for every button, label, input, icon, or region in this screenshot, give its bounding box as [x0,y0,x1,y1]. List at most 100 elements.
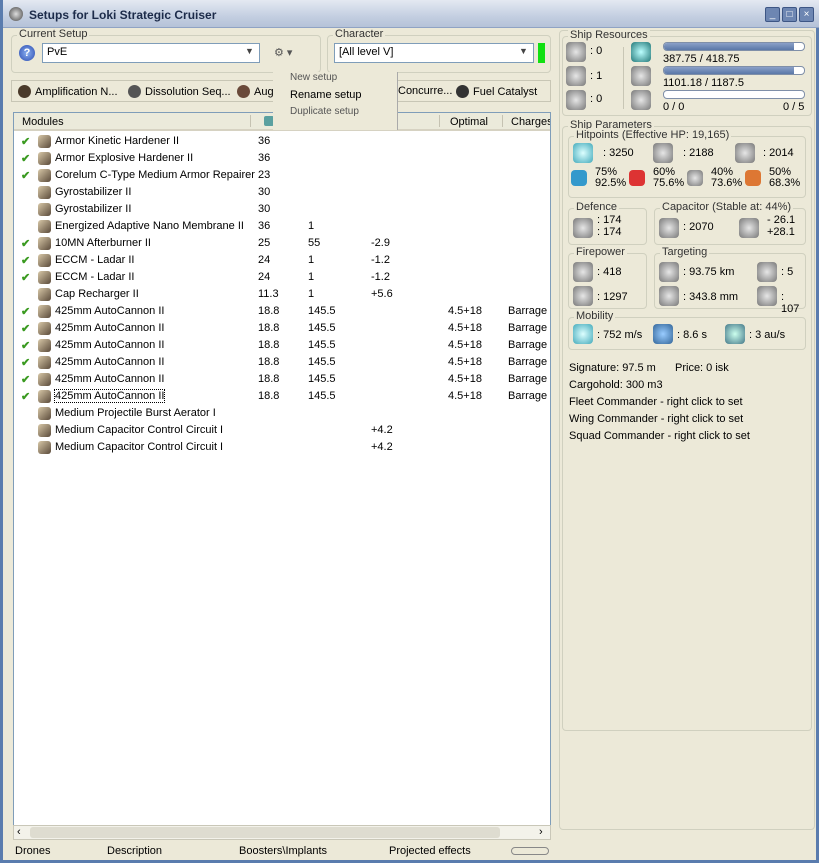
firepower-label: Firepower [574,246,627,258]
volley-value: : 1297 [597,291,628,303]
scroll-thumb[interactable] [30,827,500,838]
setup-select[interactable]: PvE ▼ [42,43,260,63]
character-select[interactable]: [All level V] ▼ [334,43,534,63]
subsystem-button[interactable]: Concurre... [398,85,452,97]
check-icon[interactable]: ✔ [21,390,30,403]
tab-description[interactable]: Description [107,845,162,857]
table-row[interactable]: ✔ ECCM - Ladar II 24 1 -1.2 [14,252,550,269]
module-icon [38,424,51,437]
check-icon[interactable]: ✔ [21,339,30,352]
dps-icon [573,262,593,282]
col-modules[interactable]: Modules [22,116,64,128]
wing-commander[interactable]: Wing Commander - right click to set [569,413,743,425]
subsystem-button[interactable]: Dissolution Seq... [128,85,231,98]
window-title: Setups for Loki Strategic Cruiser [29,8,217,22]
check-icon[interactable]: ✔ [21,373,30,386]
check-icon[interactable]: ✔ [21,135,30,148]
table-row[interactable]: Gyrostabilizer II 30 [14,201,550,218]
fleet-commander[interactable]: Fleet Commander - right click to set [569,396,743,408]
scroll-right-icon[interactable]: › [539,826,543,838]
armor-icon [653,143,673,163]
subsystem-button[interactable]: Amplification N... [18,85,118,98]
module-power: 145.5 [308,356,336,368]
current-setup-label: Current Setup [17,28,90,40]
table-row[interactable]: ✔ Armor Kinetic Hardener II 36 [14,133,550,150]
tab-drones[interactable]: Drones [15,845,50,857]
horizontal-scrollbar[interactable]: ‹ › [13,825,551,840]
table-row[interactable]: ✔ 10MN Afterburner II 25 55 -2.9 [14,235,550,252]
powergrid-bar [663,66,805,75]
module-name: 10MN Afterburner II [55,237,151,249]
check-icon[interactable]: ✔ [21,271,30,284]
minimize-button[interactable]: _ [765,7,780,22]
table-row[interactable]: ✔ 425mm AutoCannon II 18.8 145.5 4.5+18 Barra… [14,303,550,320]
maximize-button[interactable]: □ [782,7,797,22]
module-cap: -1.2 [371,271,390,283]
close-button[interactable]: × [799,7,814,22]
thermal-resists: 60% 75.6% [653,166,685,189]
module-cap: -1.2 [371,254,390,266]
table-row[interactable]: Medium Capacitor Control Circuit I +4.2 [14,439,550,456]
table-row[interactable]: ✔ 425mm AutoCannon II 18.8 145.5 4.5+18 Barra… [14,337,550,354]
max-velocity: : 752 m/s [597,329,643,341]
check-icon[interactable]: ✔ [21,169,30,182]
table-row[interactable]: ✔ Armor Explosive Hardener II 36 [14,150,550,167]
table-row[interactable]: ✔ 425mm AutoCannon II 18.8 145.5 4.5+18 Barra… [14,388,550,405]
squad-commander[interactable]: Squad Commander - right click to set [569,430,750,442]
table-row[interactable]: Gyrostabilizer II 30 [14,184,550,201]
module-icon [38,186,51,199]
module-name: 425mm AutoCannon II [55,356,165,368]
table-row[interactable]: Medium Capacitor Control Circuit I +4.2 [14,422,550,439]
module-cap: +4.2 [371,424,393,436]
subsystem-icon [237,85,250,98]
module-icon [38,203,51,216]
help-icon[interactable]: ? [19,45,35,61]
menu-item-rename-setup[interactable]: Rename setup [290,89,362,101]
subsystem-button[interactable]: Aug [237,85,274,98]
character-status-indicator [538,43,545,63]
module-cpu: 18.8 [258,356,280,368]
armor-hp: : 2188 [683,147,714,159]
table-row[interactable]: ✔ 425mm AutoCannon II 18.8 145.5 4.5+18 Barra… [14,354,550,371]
turret-hardpoint-icon [566,42,586,62]
table-row[interactable]: ✔ ECCM - Ladar II 24 1 -1.2 [14,269,550,286]
tab-overflow-button[interactable] [511,847,549,855]
col-charges[interactable]: Charges [511,116,550,128]
check-icon[interactable]: ✔ [21,254,30,267]
table-row[interactable]: ✔ 425mm AutoCannon II 18.8 145.5 4.5+18 Barra… [14,371,550,388]
drone-bandwidth-icon [631,90,651,110]
check-icon[interactable]: ✔ [21,152,30,165]
module-cap: +5.6 [371,288,393,300]
module-icon [38,271,51,284]
module-cpu: 24 [258,254,271,266]
check-icon[interactable]: ✔ [21,305,30,318]
setup-menu-button[interactable]: ⚙ ▾ [274,46,304,60]
character-label: Character [333,28,386,40]
targeting-label: Targeting [660,246,710,258]
check-icon[interactable]: ✔ [21,356,30,369]
module-charges: Barrage I [508,339,551,351]
launcher-hardpoint-icon [566,66,586,86]
tab-boosters-implants[interactable]: Boosters\Implants [239,845,327,857]
module-optimal: 4.5+18 [448,356,482,368]
col-optimal[interactable]: Optimal [450,116,488,128]
table-row[interactable]: ✔ Corelum C-Type Medium Armor Repairer 23 [14,167,550,184]
table-row[interactable]: Energized Adaptive Nano Membrane II 36 1 [14,218,550,235]
tab-projected-effects[interactable]: Projected effects [389,845,471,857]
targeting-range: : 93.75 km [683,266,735,278]
align-time-icon [653,324,673,344]
scroll-left-icon[interactable]: ‹ [17,826,21,838]
calibration-value: : 0 [590,93,603,105]
table-row[interactable]: Medium Projectile Burst Aerator I [14,405,550,422]
check-icon[interactable]: ✔ [21,237,30,250]
check-icon[interactable]: ✔ [21,322,30,335]
defence-values: : 174: 174 [597,214,622,238]
menu-item-new-setup[interactable]: New setup [290,72,337,83]
module-cpu: 18.8 [258,322,280,334]
armor-repair-icon [573,218,593,238]
subsystem-button[interactable]: Fuel Catalyst [456,85,537,98]
shield-icon [573,143,593,163]
table-row[interactable]: ✔ 425mm AutoCannon II 18.8 145.5 4.5+18 Barra… [14,320,550,337]
table-row[interactable]: Cap Recharger II 11.3 1 +5.6 [14,286,550,303]
menu-item-duplicate-setup[interactable]: Duplicate setup [290,106,359,117]
